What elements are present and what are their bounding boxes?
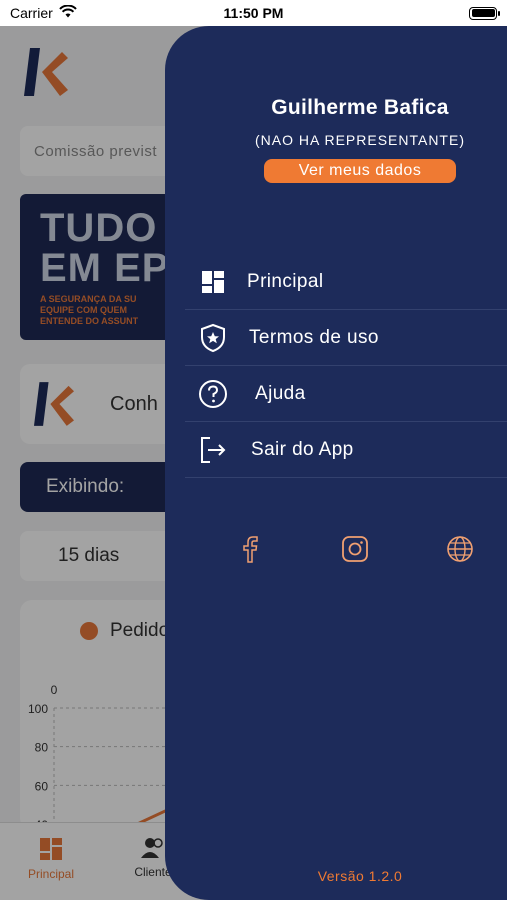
wifi-icon	[59, 4, 77, 21]
clock: 11:50 PM	[223, 5, 284, 21]
app-version: Versão 1.2.0	[317, 868, 403, 884]
menu-label-ajuda: Ajuda	[255, 382, 306, 404]
battery-icon	[469, 6, 500, 20]
menu-item-ajuda[interactable]: Ajuda	[185, 366, 507, 422]
user-name: Guilherme Bafica	[271, 96, 449, 119]
shield-star-icon	[197, 322, 229, 354]
globe-icon[interactable]	[445, 534, 475, 564]
instagram-icon[interactable]	[340, 534, 370, 564]
menu-item-principal[interactable]: Principal	[185, 254, 507, 310]
menu-item-sair[interactable]: Sair do App	[185, 422, 507, 478]
logout-icon	[197, 434, 229, 466]
menu-label-sair: Sair do App	[251, 438, 354, 460]
representative-text: (NAO HA REPRESENTANTE)	[255, 132, 465, 148]
view-my-data-button[interactable]: Ver meus dados	[264, 159, 456, 183]
facebook-icon[interactable]	[235, 534, 265, 564]
carrier-info: Carrier	[10, 4, 77, 21]
status-bar: Carrier 11:50 PM	[0, 0, 507, 26]
dashboard-icon	[197, 266, 229, 298]
social-links	[235, 534, 475, 564]
menu-label-principal: Principal	[247, 270, 324, 292]
side-drawer: Guilherme Bafica (NAO HA REPRESENTANTE) …	[165, 26, 507, 900]
help-icon	[197, 378, 229, 410]
carrier-label: Carrier	[10, 5, 53, 21]
menu-label-termos: Termos de uso	[249, 326, 379, 348]
menu-item-termos[interactable]: Termos de uso	[185, 310, 507, 366]
drawer-menu: Principal Termos de uso Ajuda Sair do Ap…	[185, 254, 507, 478]
